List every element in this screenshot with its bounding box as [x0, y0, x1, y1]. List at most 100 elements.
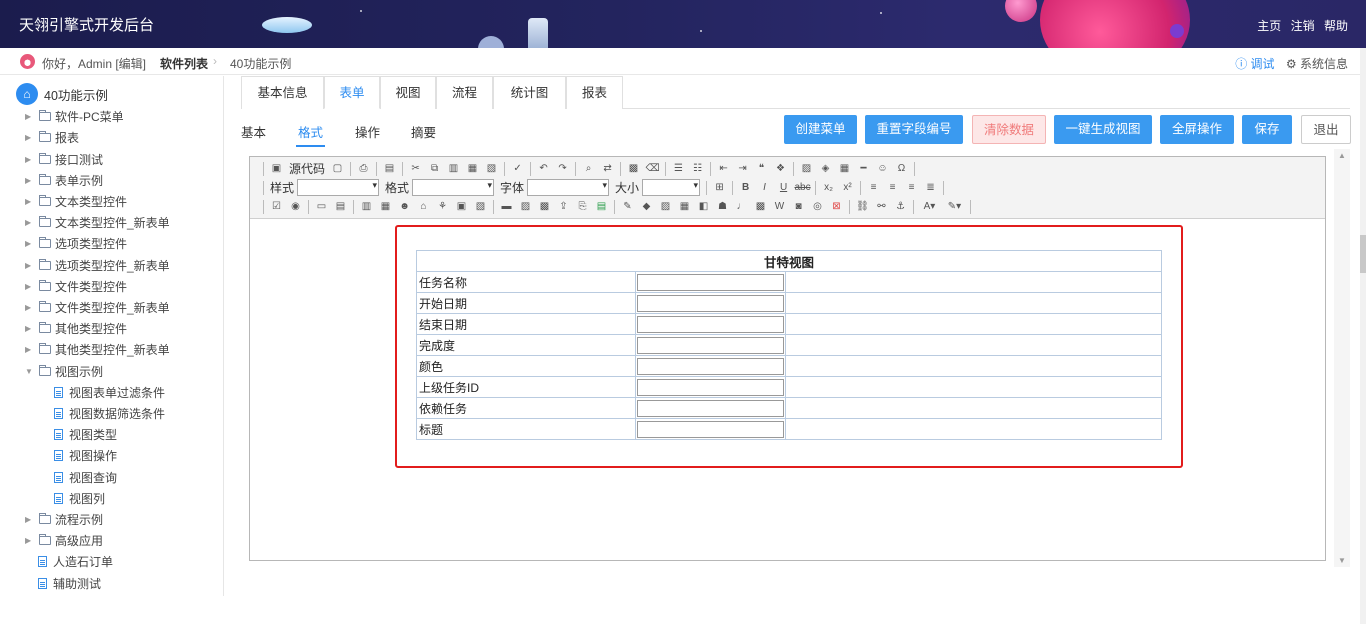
picture-control-icon[interactable]: ▨	[658, 200, 674, 214]
align-right-icon[interactable]: ≡	[904, 181, 920, 195]
upload-control-icon[interactable]: ⇪	[556, 200, 572, 214]
tree-node[interactable]: ▶ 高级应用	[25, 530, 103, 550]
caret-right-icon[interactable]: ▶	[25, 345, 35, 354]
caret-right-icon[interactable]: ▶	[25, 133, 35, 142]
tree-root[interactable]: ⌂ 40功能示例	[16, 83, 108, 105]
tree-node[interactable]: ▶ 文本类型控件	[25, 191, 127, 211]
pencil-control-icon[interactable]: ✎	[620, 200, 636, 214]
maximize-icon[interactable]: ⊞	[712, 181, 728, 195]
folder-control-icon[interactable]: ▩	[537, 200, 553, 214]
checkbox-control-icon[interactable]: ☑	[269, 200, 285, 214]
file-control-icon[interactable]: ▨	[518, 200, 534, 214]
tab-flow[interactable]: 流程	[436, 76, 493, 109]
subtab-format[interactable]: 格式	[295, 122, 326, 147]
tree-node[interactable]: ▶ 其他类型控件_新表单	[25, 339, 170, 359]
source-code-icon[interactable]: ▣	[269, 162, 285, 176]
department-control-icon[interactable]: ⌂	[416, 200, 432, 214]
tree-node[interactable]: ▶ 流程示例	[25, 509, 103, 529]
smiley-icon[interactable]: ☺	[875, 162, 891, 176]
scroll-up-icon[interactable]: ▲	[1338, 151, 1346, 160]
create-menu-button[interactable]: 创建菜单	[784, 115, 857, 144]
view-control-icon[interactable]: ▧	[473, 200, 489, 214]
start-date-input[interactable]	[637, 294, 784, 312]
paste-icon[interactable]: ▥	[446, 162, 462, 176]
task-name-input[interactable]	[637, 273, 784, 291]
radio-control-icon[interactable]: ◉	[288, 200, 304, 214]
caret-right-icon[interactable]: ▶	[25, 218, 35, 227]
select-control-icon[interactable]: ▥	[359, 200, 375, 214]
excel-control-icon[interactable]: ▤	[594, 200, 610, 214]
person-control-icon[interactable]: ☗	[715, 200, 731, 214]
unlink-icon[interactable]: ⚯	[874, 200, 890, 214]
image-icon[interactable]: ▨	[799, 162, 815, 176]
reset-field-numbers-button[interactable]: 重置字段编号	[865, 115, 963, 144]
tree-node[interactable]: ▶ 报表	[25, 127, 79, 147]
end-date-input[interactable]	[637, 315, 784, 333]
tree-leaf[interactable]: 辅助测试	[36, 573, 101, 593]
button-control-icon[interactable]: ▣	[454, 200, 470, 214]
tree-node[interactable]: ▶ 文件类型控件	[25, 276, 127, 296]
fullscreen-button[interactable]: 全屏操作	[1160, 115, 1234, 144]
paste-word-icon[interactable]: ▧	[484, 162, 500, 176]
exit-button[interactable]: 退出	[1301, 115, 1351, 144]
caret-right-icon[interactable]: ▶	[25, 282, 35, 291]
caret-right-icon[interactable]: ▶	[25, 261, 35, 270]
caret-right-icon[interactable]: ▶	[25, 239, 35, 248]
source-code-button[interactable]: 源代码	[289, 160, 325, 177]
subtab-basic[interactable]: 基本	[241, 122, 266, 141]
home-link[interactable]: 主页	[1257, 19, 1281, 33]
word-control-icon[interactable]: W	[772, 200, 788, 214]
background-color-icon[interactable]: ✎▾	[944, 200, 966, 214]
copy-icon[interactable]: ⧉	[427, 162, 443, 176]
remove-control-icon[interactable]: ⊠	[829, 200, 845, 214]
microphone-control-icon[interactable]: ♩	[734, 200, 750, 214]
tree-node[interactable]: ▶ 文件类型控件_新表单	[25, 297, 170, 317]
paste-text-icon[interactable]: ▦	[465, 162, 481, 176]
caret-down-icon[interactable]: ▼	[25, 367, 35, 376]
tab-basic-info[interactable]: 基本信息	[241, 76, 324, 109]
parent-task-id-input[interactable]	[637, 378, 784, 396]
line-control-icon[interactable]: ▬	[499, 200, 515, 214]
justify-icon[interactable]: ≣	[923, 181, 939, 195]
user-greeting[interactable]: 你好，Admin [编辑]	[42, 55, 146, 72]
tab-chart[interactable]: 统计图	[493, 76, 566, 109]
link-icon[interactable]: ⛓	[855, 200, 871, 214]
style-select[interactable]	[297, 179, 380, 196]
tree-leaf[interactable]: 视图查询	[52, 467, 117, 487]
div-container-icon[interactable]: ❖	[773, 162, 789, 176]
table-icon[interactable]: ▦	[837, 162, 853, 176]
tree-node[interactable]: ▶ 选项类型控件	[25, 233, 127, 253]
logout-link[interactable]: 注销	[1291, 19, 1315, 33]
tree-node[interactable]: ▶ 接口测试	[25, 149, 103, 169]
color-control-icon[interactable]: ◎	[810, 200, 826, 214]
tree-node[interactable]: ▶ 文本类型控件_新表单	[25, 212, 170, 232]
textarea-control-icon[interactable]: ▤	[333, 200, 349, 214]
scroll-down-icon[interactable]: ▼	[1338, 556, 1346, 565]
tree-node[interactable]: ▶ 软件-PC菜单	[25, 106, 124, 126]
tree-node-expanded[interactable]: ▼ 视图示例	[25, 361, 103, 381]
superscript-icon[interactable]: x²	[840, 181, 856, 195]
flash-icon[interactable]: ◈	[818, 162, 834, 176]
replace-icon[interactable]: ⇄	[600, 162, 616, 176]
help-link[interactable]: 帮助	[1324, 19, 1348, 33]
spellcheck-icon[interactable]: ✓	[510, 162, 526, 176]
tree-leaf[interactable]: 视图列	[52, 488, 105, 508]
system-info-link[interactable]: ⚙ 系统信息	[1286, 57, 1348, 71]
format-select[interactable]	[412, 179, 495, 196]
bulleted-list-icon[interactable]: ☷	[690, 162, 706, 176]
tree-leaf[interactable]: 视图表单过滤条件	[52, 382, 165, 402]
gallery-control-icon[interactable]: ▦	[677, 200, 693, 214]
preview-icon[interactable]: ▢	[330, 162, 346, 176]
color-input[interactable]	[637, 357, 784, 375]
find-icon[interactable]: ⌕	[581, 162, 597, 176]
cube-control-icon[interactable]: ◆	[639, 200, 655, 214]
tree-leaf[interactable]: 人造石订单	[36, 551, 113, 571]
numbered-list-icon[interactable]: ☰	[671, 162, 687, 176]
tree-leaf[interactable]: 视图数据筛选条件	[52, 403, 165, 423]
undo-icon[interactable]: ↶	[536, 162, 552, 176]
caret-right-icon[interactable]: ▶	[25, 324, 35, 333]
attachment-control-icon[interactable]: ⎘	[575, 200, 591, 214]
template-icon[interactable]: ▤	[382, 162, 398, 176]
caret-right-icon[interactable]: ▶	[25, 197, 35, 206]
user-control-icon[interactable]: ☻	[397, 200, 413, 214]
